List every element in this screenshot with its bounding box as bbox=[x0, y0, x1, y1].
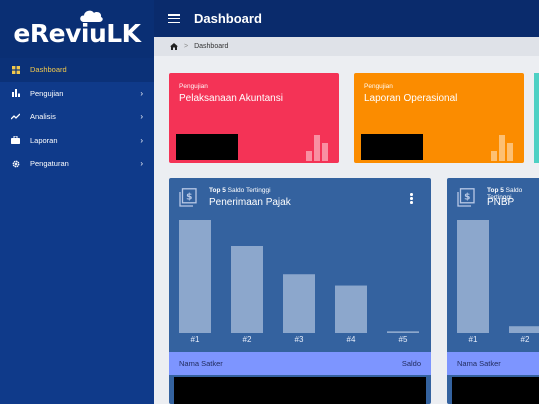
sidebar-item-label: Pengaturan bbox=[30, 159, 69, 169]
sidebar-item-label: Laporan bbox=[30, 135, 58, 145]
bar-chart-icon bbox=[11, 89, 20, 98]
sidebar-menu: Dashboard Pengujian › Analisis › Laporan… bbox=[0, 58, 154, 176]
x-tick-label: #3 bbox=[295, 335, 304, 344]
sidebar-item-pengujian[interactable]: Pengujian › bbox=[0, 82, 154, 106]
trend-line-icon bbox=[11, 112, 20, 121]
table-header: Nama Satker Saldo bbox=[169, 352, 431, 375]
stat-card-laporan-operasional[interactable]: Pengujian Laporan Operasional bbox=[354, 73, 524, 163]
home-icon[interactable] bbox=[170, 43, 178, 50]
breadcrumb-current: Dashboard bbox=[194, 43, 229, 50]
chart-subtitle: Top 5 Saldo Tertinggi bbox=[209, 187, 271, 194]
menu-toggle-icon[interactable] bbox=[168, 14, 180, 23]
stat-card-title: Pelaksanaan Akuntansi bbox=[179, 93, 283, 104]
column-header-saldo[interactable]: Saldo bbox=[402, 359, 421, 368]
stat-card-partial[interactable] bbox=[534, 73, 539, 163]
x-tick-label: #5 bbox=[399, 335, 408, 344]
more-options-icon[interactable] bbox=[410, 193, 413, 204]
sidebar-item-label: Analisis bbox=[30, 112, 56, 122]
chevron-right-icon: › bbox=[140, 112, 143, 122]
redacted-table-body bbox=[452, 377, 539, 404]
breadcrumb-separator: > bbox=[184, 43, 189, 50]
dollar-document-icon: $ bbox=[179, 188, 197, 207]
bar-1[interactable] bbox=[457, 220, 489, 333]
stat-card-title: Laporan Operasional bbox=[364, 93, 458, 104]
redacted-value bbox=[176, 134, 238, 160]
bar-chart-icon bbox=[306, 135, 328, 161]
bar-2[interactable] bbox=[231, 245, 263, 333]
breadcrumb: > Dashboard bbox=[154, 37, 539, 56]
chart-title: Penerimaan Pajak bbox=[209, 197, 291, 208]
bar-chart-icon bbox=[491, 135, 513, 161]
bar-4[interactable] bbox=[335, 285, 367, 333]
x-tick-label: #4 bbox=[347, 335, 356, 344]
sidebar-item-pengaturan[interactable]: Pengaturan › bbox=[0, 152, 154, 176]
x-tick-label: #1 bbox=[469, 335, 478, 344]
x-tick-label: #2 bbox=[243, 335, 252, 344]
redacted-table-body bbox=[174, 377, 426, 404]
x-tick-label: #1 bbox=[191, 335, 200, 344]
bar-2[interactable] bbox=[509, 326, 539, 333]
column-header-nama-satker[interactable]: Nama Satker bbox=[457, 359, 501, 368]
chevron-right-icon: › bbox=[140, 159, 143, 169]
dollar-document-icon: $ bbox=[457, 188, 475, 207]
sidebar: eReviuLK Dashboard Pengujian › Analisis … bbox=[0, 0, 154, 404]
table-header: Nama Satker bbox=[447, 352, 539, 375]
page-title: Dashboard bbox=[194, 11, 262, 26]
briefcase-icon bbox=[11, 136, 20, 145]
stat-card-pelaksanaan-akuntansi[interactable]: Pengujian Pelaksanaan Akuntansi bbox=[169, 73, 339, 163]
chart-title: PNBP bbox=[487, 197, 515, 208]
top-bar: Dashboard bbox=[154, 0, 539, 37]
sidebar-item-analisis[interactable]: Analisis › bbox=[0, 105, 154, 129]
chart-card-pnbp: #1 #2 $ Top 5 Saldo Tertinggi PNBP Nama S… bbox=[447, 178, 539, 404]
sidebar-item-label: Dashboard bbox=[30, 65, 67, 75]
app-logo[interactable]: eReviuLK bbox=[0, 0, 154, 58]
dashboard-icon bbox=[11, 65, 20, 74]
chart-card-penerimaan-pajak: #1 #2 #3 #4 #5 $ Top 5 Saldo Tertinggi Pener… bbox=[169, 178, 431, 404]
sidebar-item-laporan[interactable]: Laporan › bbox=[0, 129, 154, 153]
cloud-icon bbox=[80, 10, 103, 22]
redacted-value bbox=[361, 134, 423, 160]
stat-card-subtitle: Pengujian bbox=[364, 83, 393, 90]
bar-5[interactable] bbox=[387, 331, 419, 333]
gear-icon bbox=[11, 159, 20, 168]
svg-text:$: $ bbox=[186, 193, 192, 203]
logo-text: eReviuLK bbox=[13, 18, 141, 48]
sidebar-item-label: Pengujian bbox=[30, 88, 64, 98]
svg-text:$: $ bbox=[464, 193, 470, 203]
column-header-nama-satker[interactable]: Nama Satker bbox=[179, 359, 223, 368]
bar-3[interactable] bbox=[283, 274, 315, 333]
chevron-right-icon: › bbox=[140, 88, 143, 98]
chevron-right-icon: › bbox=[140, 135, 143, 145]
stat-card-subtitle: Pengujian bbox=[179, 83, 208, 90]
bar-1[interactable] bbox=[179, 220, 211, 333]
x-tick-label: #2 bbox=[521, 335, 530, 344]
sidebar-item-dashboard[interactable]: Dashboard bbox=[0, 58, 154, 82]
